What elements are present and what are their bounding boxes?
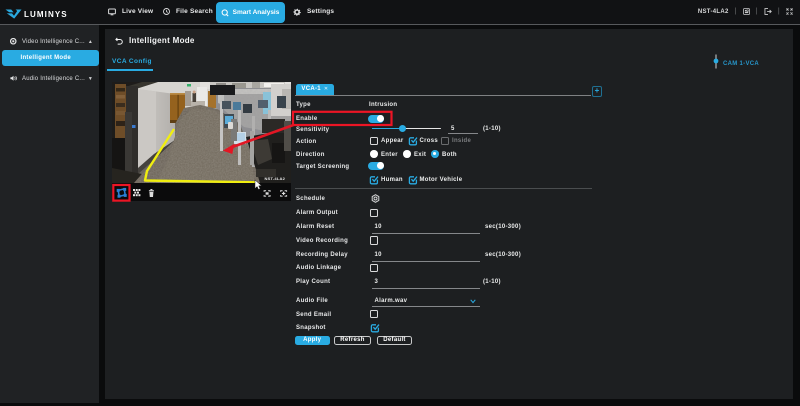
svg-text:NST-4LA2: NST-4LA2 (265, 176, 286, 181)
